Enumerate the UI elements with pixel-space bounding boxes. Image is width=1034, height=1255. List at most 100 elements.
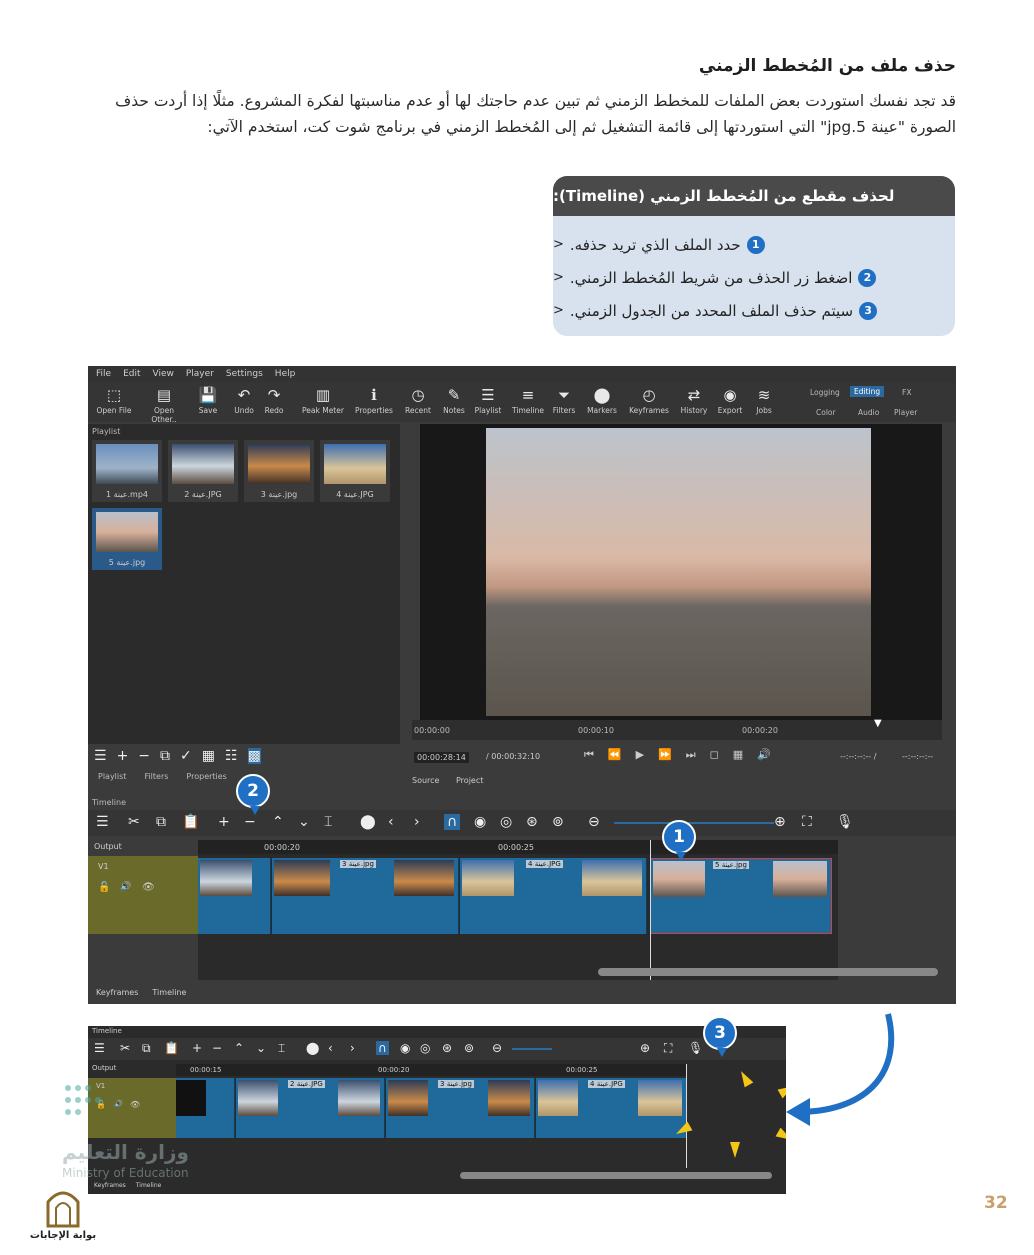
transport-buttons[interactable]: ⏮⏪▶⏩⏭◻▦🔊 (584, 748, 785, 762)
remove-icon[interactable]: − (138, 748, 150, 764)
layout-color[interactable]: Color (816, 408, 836, 417)
playlist-item[interactable]: 4 عينة.JPG (320, 440, 390, 502)
previous-icon[interactable]: ‹ (328, 1041, 333, 1055)
timeline-clip[interactable]: عينة 2.JPG (236, 1078, 385, 1138)
tab-timeline[interactable]: Timeline (152, 988, 186, 997)
tab-source[interactable]: Source (412, 776, 439, 785)
player-ruler[interactable]: 00:00:00 00:00:10 00:00:20 ▼ (412, 718, 942, 740)
next-icon[interactable]: › (414, 814, 420, 830)
remove-icon[interactable]: − (212, 1041, 222, 1055)
menu-player[interactable]: Player (186, 369, 214, 379)
ripple-markers-icon[interactable]: ⊚ (464, 1041, 474, 1055)
menu-help[interactable]: Help (275, 369, 296, 379)
playlist-item[interactable]: 2 عينة.JPG (168, 440, 238, 502)
next-icon[interactable]: › (350, 1041, 355, 1055)
layout-editing[interactable]: Editing (850, 386, 885, 397)
playhead-icon[interactable]: ▼ (874, 718, 882, 729)
previous-icon[interactable]: ‹ (388, 814, 394, 830)
zoom-slider[interactable] (512, 1048, 552, 1050)
recent-button[interactable]: ◷ Recent (398, 384, 438, 415)
jobs-button[interactable]: ≋ Jobs (744, 384, 784, 415)
cut-icon[interactable]: ✂ (128, 814, 140, 830)
filters-button[interactable]: ⏷ Filters (544, 384, 584, 415)
timeline-ruler[interactable]: 00:00:15 00:00:20 00:00:25 (176, 1064, 686, 1076)
append-icon[interactable]: + (192, 1041, 202, 1055)
zoom-fit-icon[interactable]: ⛶ (664, 1041, 672, 1056)
timeline-button[interactable]: ≡ Timeline (508, 384, 548, 415)
split-icon[interactable]: ⌶ (324, 814, 332, 830)
playlist-button[interactable]: ☰ Playlist (468, 384, 508, 415)
lock-icon[interactable]: 🔓 (98, 882, 110, 893)
tab-keyframes[interactable]: Keyframes (96, 988, 138, 997)
open-other-button[interactable]: ▤ Open Other.. (144, 384, 184, 424)
grid-view-icon[interactable]: ▩ (247, 748, 261, 764)
mute-icon[interactable]: 🔊 (120, 882, 131, 892)
scrub-icon[interactable]: ◉ (474, 814, 486, 830)
playlist-item-selected[interactable]: 5 عينة.jpg (92, 508, 162, 570)
redo-button[interactable]: ↷ Redo (254, 384, 294, 415)
open-file-button[interactable]: ⬚ Open File (94, 384, 134, 415)
timeline-clip-selected[interactable]: عينة 5.jpg (650, 858, 832, 934)
copy-icon[interactable]: ⧉ (156, 814, 166, 830)
zoom-in-icon[interactable]: ⊕ (774, 814, 786, 830)
menu-icon[interactable]: ☰ (94, 748, 107, 764)
layout-logging[interactable]: Logging (810, 388, 840, 397)
properties-button[interactable]: ℹ Properties (352, 384, 396, 415)
cut-icon[interactable]: ✂ (120, 1041, 130, 1055)
menu-view[interactable]: View (153, 369, 174, 379)
layout-player[interactable]: Player (894, 408, 917, 417)
copy-icon[interactable]: ⧉ (142, 1041, 151, 1056)
peak-meter-button[interactable]: ▥ Peak Meter (300, 384, 346, 415)
zoom-fit-icon[interactable]: ⛶ (802, 814, 812, 830)
zoom-out-icon[interactable]: ⊖ (588, 814, 600, 830)
save-button[interactable]: 💾 Save (188, 384, 228, 415)
playlist-item[interactable]: 1 عينة.mp4 (92, 440, 162, 502)
eye-icon[interactable]: 👁 (142, 882, 155, 893)
split-icon[interactable]: ⌶ (278, 1041, 285, 1056)
overwrite-icon[interactable]: ⌄ (256, 1041, 266, 1055)
marker-icon[interactable]: ⬤ (360, 814, 376, 830)
timeline-clip[interactable] (198, 858, 271, 934)
microphone-icon[interactable]: 🎙 (836, 814, 854, 830)
timecode-input[interactable]: 00:00:28:14 (414, 752, 469, 763)
tab-playlist[interactable]: Playlist (98, 772, 126, 781)
microphone-icon[interactable]: 🎙 (688, 1041, 703, 1055)
scrub-icon[interactable]: ◉ (400, 1041, 410, 1055)
timeline-clip[interactable]: عينة 3.jpg (272, 858, 459, 934)
paste-icon[interactable]: 📋 (182, 814, 199, 830)
timeline-playhead[interactable] (686, 1064, 687, 1168)
table-view-icon[interactable]: ▦ (202, 748, 215, 764)
keyframes-button[interactable]: ◴ Keyframes (626, 384, 672, 415)
markers-button[interactable]: ⬤ Markers (582, 384, 622, 415)
lift-icon[interactable]: ⌃ (234, 1041, 244, 1055)
ripple-all-icon[interactable]: ⊛ (526, 814, 538, 830)
zoom-slider[interactable] (614, 822, 774, 824)
list-view-icon[interactable]: ☷ (225, 748, 238, 764)
layout-fx[interactable]: FX (902, 388, 911, 397)
overwrite-icon[interactable]: ⌄ (298, 814, 310, 830)
horizontal-scrollbar[interactable] (460, 1172, 772, 1179)
tab-project[interactable]: Project (456, 776, 483, 785)
menu-settings[interactable]: Settings (226, 369, 263, 379)
add-icon[interactable]: + (117, 748, 129, 764)
menu-file[interactable]: File (96, 369, 111, 379)
timeline-clip[interactable]: عينة 4.JPG (460, 858, 647, 934)
tab-filters[interactable]: Filters (144, 772, 168, 781)
lift-icon[interactable]: ⌃ (272, 814, 284, 830)
update-icon[interactable]: ⧉ (160, 748, 170, 764)
remove-icon[interactable]: − (244, 814, 256, 830)
timeline-clip[interactable]: عينة 4.JPG (536, 1078, 687, 1138)
zoom-out-icon[interactable]: ⊖ (492, 1041, 502, 1055)
ripple-icon[interactable]: ◎ (420, 1041, 430, 1055)
horizontal-scrollbar[interactable] (598, 968, 938, 976)
ripple-icon[interactable]: ◎ (500, 814, 512, 830)
history-button[interactable]: ⇄ History (674, 384, 714, 415)
snap-icon[interactable]: ∩ (376, 1041, 389, 1055)
menu-edit[interactable]: Edit (123, 369, 140, 379)
timeline-clip[interactable]: عينة 3.jpg (386, 1078, 535, 1138)
ripple-all-icon[interactable]: ⊛ (442, 1041, 452, 1055)
append-icon[interactable]: + (218, 814, 230, 830)
ripple-markers-icon[interactable]: ⊚ (552, 814, 564, 830)
menu-icon[interactable]: ☰ (94, 1041, 105, 1055)
layout-audio[interactable]: Audio (858, 408, 879, 417)
